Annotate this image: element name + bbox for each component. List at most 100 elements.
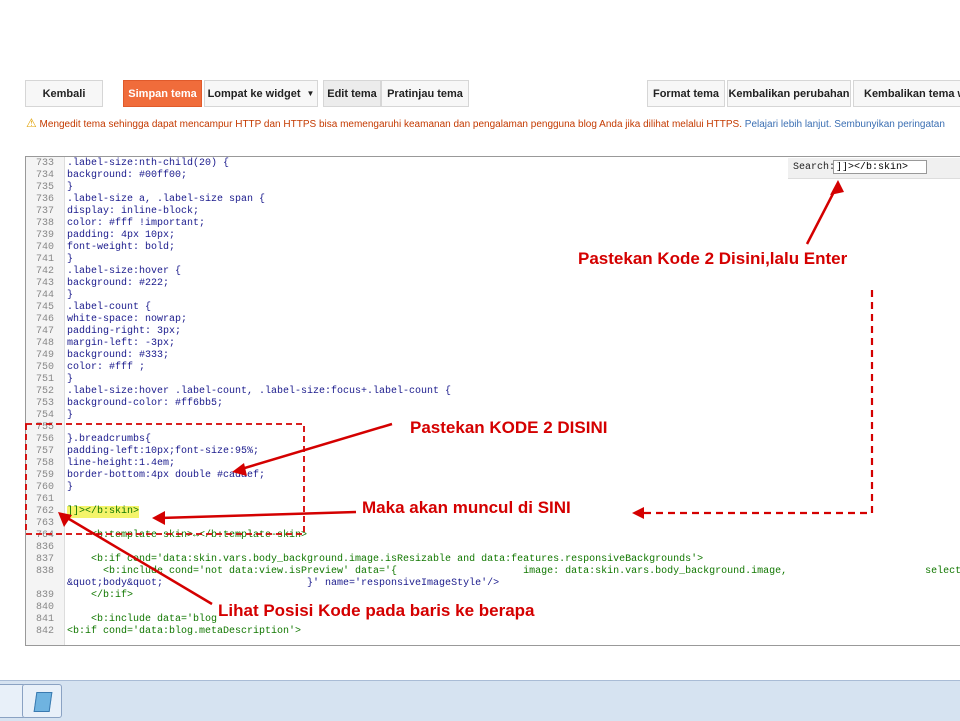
code-text: <b:include cond='not data:view.isPreview… (67, 566, 960, 577)
chevron-down-icon: ▼ (306, 89, 315, 98)
code-text: white-space: nowrap; (67, 314, 188, 325)
code-text: background: #222; (67, 278, 170, 289)
learn-more-link[interactable]: Pelajari lebih lanjut. (745, 119, 832, 130)
line-number: 755 (35, 422, 54, 433)
revert-changes-button[interactable]: Kembalikan perubahan (727, 80, 851, 107)
save-theme-button[interactable]: Simpan tema (123, 80, 202, 107)
line-number: 747 (35, 326, 54, 337)
code-line: 743 background: #222; (26, 278, 960, 290)
code-line: 753 background-color: #ff6bb5; (26, 398, 960, 410)
line-number: 838 (35, 566, 54, 577)
line-number: 836 (35, 542, 54, 553)
code-text: .label-size:nth-child(20) { (67, 158, 230, 169)
code-text: <b:template-skin>↔</b:template-skin> (67, 530, 308, 541)
code-text: } (67, 254, 74, 265)
code-line: &quot;body&quot; }' name='responsiveImag… (26, 578, 960, 590)
code-line: 737 display: inline-block; (26, 206, 960, 218)
code-line: 745 .label-count { (26, 302, 960, 314)
line-number: 746 (35, 314, 54, 325)
warning-text: Mengedit tema sehingga dapat mencampur H… (39, 119, 742, 130)
hide-warning-link[interactable]: Sembunyikan peringatan (834, 119, 945, 130)
line-number: 841 (35, 614, 54, 625)
code-text: background-color: #ff6bb5; (67, 398, 224, 409)
line-number: 758 (35, 458, 54, 469)
https-warning: ⚠ Mengedit tema sehingga dapat mencampur… (26, 116, 945, 130)
code-text: &quot;body&quot; }' name='responsiveImag… (67, 578, 500, 589)
line-number: 739 (35, 230, 54, 241)
taskbar-app-icon[interactable] (22, 684, 62, 718)
line-number: 839 (35, 590, 54, 601)
annotation-check-line: Lihat Posisi Kode pada baris ke berapa (218, 601, 535, 620)
search-bar: Search: (788, 158, 960, 179)
code-text: </b:if> (67, 590, 134, 601)
code-line: 747 padding-right: 3px; (26, 326, 960, 338)
line-number: 748 (35, 338, 54, 349)
code-text: } (67, 290, 74, 301)
line-number: 752 (35, 386, 54, 397)
warning-icon: ⚠ (26, 116, 37, 130)
line-number: 759 (35, 470, 54, 481)
line-number: 764 (35, 530, 54, 541)
code-line: 760} (26, 482, 960, 494)
code-text: } (67, 374, 74, 385)
line-number: 741 (35, 254, 54, 265)
code-line: 842 <b:if cond='data:blog.metaDescription… (26, 626, 960, 638)
code-line: 757 padding-left:10px;font-size:95%; (26, 446, 960, 458)
code-text: padding-right: 3px; (67, 326, 182, 337)
code-text: line-height:1.4em; (67, 458, 176, 469)
line-number: 751 (35, 374, 54, 385)
line-number: 840 (35, 602, 54, 613)
line-number: 750 (35, 362, 54, 373)
code-line: 764 <b:template-skin>↔</b:template-skin> (26, 530, 960, 542)
code-text: background: #333; (67, 350, 170, 361)
search-input[interactable] (833, 160, 927, 174)
code-text: <b:if cond='data:skin.vars.body_backgrou… (67, 554, 704, 565)
app-icon (33, 692, 53, 712)
code-line: 736 .label-size a, .label-size span { (26, 194, 960, 206)
line-number: 757 (35, 446, 54, 457)
code-line: 750 color: #fff ; (26, 362, 960, 374)
code-line: 838 <b:include cond='not data:view.isPre… (26, 566, 960, 578)
back-button[interactable]: Kembali (25, 80, 103, 107)
code-editor[interactable]: 733 .label-size:nth-child(20) {734 backgro… (25, 156, 960, 646)
code-text: <b:include data='blog (67, 614, 218, 625)
annotation-paste-code: Pastekan KODE 2 DISINI (410, 418, 608, 437)
line-number: 735 (35, 182, 54, 193)
code-line: 763 (26, 518, 960, 530)
line-number: 733 (35, 158, 54, 169)
code-text: color: #fff ; (67, 362, 146, 373)
code-line: 837 <b:if cond='data:skin.vars.body_back… (26, 554, 960, 566)
line-number: 736 (35, 194, 54, 205)
line-number: 756 (35, 434, 54, 445)
line-number: 754 (35, 410, 54, 421)
line-number: 745 (35, 302, 54, 313)
code-text: } (67, 482, 74, 493)
line-number: 842 (35, 626, 54, 637)
taskbar (0, 680, 960, 721)
code-text: ]]></b:skin> (67, 506, 140, 518)
line-number: 737 (35, 206, 54, 217)
line-number: 742 (35, 266, 54, 277)
jump-to-widget-label: Lompat ke widget (207, 87, 301, 100)
code-text: background: #00ff00; (67, 170, 188, 181)
line-number: 763 (35, 518, 54, 529)
code-text: } (67, 410, 74, 421)
line-number: 743 (35, 278, 54, 289)
restore-widget-theme-button[interactable]: Kembalikan tema wi (853, 80, 960, 107)
line-number: 749 (35, 350, 54, 361)
code-text: .label-size a, .label-size span { (67, 194, 266, 205)
code-text: }.breadcrumbs{ (67, 434, 152, 445)
line-number: 837 (35, 554, 54, 565)
jump-to-widget-button[interactable]: Lompat ke widget ▼ (204, 80, 318, 107)
line-number: 753 (35, 398, 54, 409)
code-text: <b:if cond='data:blog.metaDescription'> (67, 626, 302, 637)
code-text: padding: 4px 10px; (67, 230, 176, 241)
code-text: .label-size:hover .label-count, .label-s… (67, 386, 452, 397)
code-line: 749 background: #333; (26, 350, 960, 362)
tab-edit-theme[interactable]: Edit tema (323, 80, 381, 107)
format-theme-button[interactable]: Format tema (647, 80, 725, 107)
line-number: 761 (35, 494, 54, 505)
tab-preview-theme[interactable]: Pratinjau tema (381, 80, 469, 107)
code-line: 735} (26, 182, 960, 194)
line-number: 740 (35, 242, 54, 253)
